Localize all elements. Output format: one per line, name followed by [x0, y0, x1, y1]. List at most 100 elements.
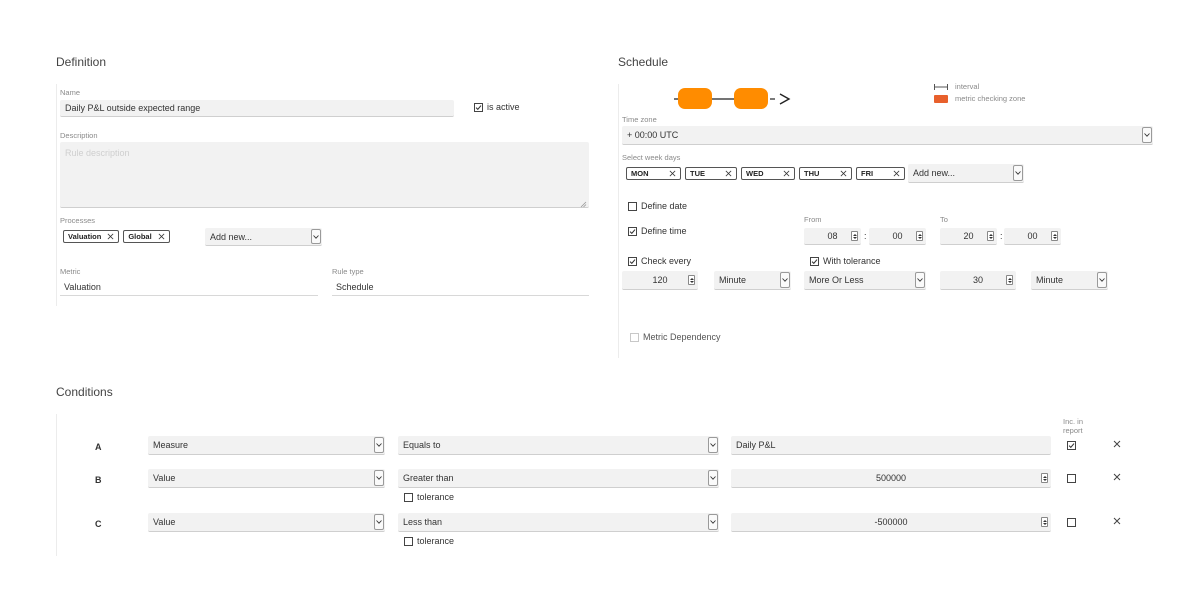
chevron-down-icon	[780, 272, 790, 288]
condition-operator-select[interactable]: Less than	[398, 513, 719, 532]
legend-zone: metric checking zone	[934, 94, 1025, 103]
rule-type-label: Rule type	[332, 267, 364, 276]
conditions-title: Conditions	[56, 385, 113, 399]
remove-tag-icon[interactable]	[725, 170, 732, 177]
weekdays-label: Select week days	[622, 153, 681, 162]
remove-tag-icon[interactable]	[107, 233, 114, 240]
checkbox-unchecked-icon	[404, 536, 413, 546]
checkbox-checked-icon	[628, 256, 637, 266]
weekday-tags: MON TUE WED THU FRI	[626, 167, 905, 180]
weekday-tag-wed: WED	[741, 167, 795, 180]
condition-type-select[interactable]: Value	[148, 513, 385, 532]
checkbox-checked-icon	[1067, 441, 1076, 450]
tolerance-checkbox[interactable]: tolerance	[404, 492, 454, 502]
tolerance-value-input[interactable]: 30	[940, 271, 1016, 290]
weekday-tag-thu: THU	[799, 167, 852, 180]
chevron-down-icon	[311, 229, 321, 244]
with-tolerance-checkbox[interactable]: With tolerance	[810, 256, 881, 266]
schedule-diagram	[672, 86, 796, 114]
process-tag: Valuation	[63, 230, 120, 243]
condition-row-letter: A	[95, 442, 102, 452]
weekday-tag-tue: TUE	[685, 167, 737, 180]
define-time-checkbox[interactable]: Define time	[628, 226, 687, 236]
condition-row-letter: B	[95, 475, 102, 485]
weekdays-add-select[interactable]: Add new...	[908, 164, 1024, 183]
to-label: To	[940, 215, 948, 224]
checkbox-unchecked-icon	[1067, 518, 1076, 527]
processes-tags: Valuation Global	[63, 230, 170, 243]
tolerance-checkbox[interactable]: tolerance	[404, 536, 454, 546]
chevron-down-icon	[708, 470, 718, 486]
spinner-icon[interactable]	[987, 231, 994, 241]
tolerance-unit-select[interactable]: Minute	[1031, 271, 1108, 290]
check-every-unit-select[interactable]: Minute	[714, 271, 791, 290]
is-active-label: is active	[487, 102, 520, 112]
weekday-tag-fri: FRI	[856, 167, 905, 180]
spinner-icon[interactable]	[916, 231, 923, 241]
zone-swatch-icon	[934, 94, 948, 103]
chevron-down-icon	[374, 514, 384, 530]
metric-dependency-checkbox[interactable]: Metric Dependency	[630, 332, 721, 342]
spinner-icon[interactable]	[1041, 473, 1048, 483]
include-in-report-checkbox[interactable]	[1067, 474, 1076, 485]
condition-type-select[interactable]: Value	[148, 469, 385, 488]
time-separator: :	[1000, 231, 1003, 241]
remove-tag-icon[interactable]	[840, 170, 847, 177]
name-input[interactable]: Daily P&L outside expected range	[60, 100, 454, 117]
legend-interval: interval	[934, 82, 979, 91]
remove-tag-icon[interactable]	[158, 233, 165, 240]
chevron-down-icon	[1142, 127, 1152, 143]
checkbox-unchecked-icon	[1067, 474, 1076, 483]
to-hour-input[interactable]: 20	[940, 228, 997, 245]
remove-tag-icon[interactable]	[783, 170, 790, 177]
checkbox-checked-icon	[810, 256, 819, 266]
include-in-report-checkbox[interactable]	[1067, 441, 1076, 451]
resize-handle-icon[interactable]	[580, 200, 587, 210]
remove-tag-icon[interactable]	[893, 170, 900, 177]
spinner-icon[interactable]	[1051, 231, 1058, 241]
spinner-icon[interactable]	[688, 275, 695, 285]
checkbox-unchecked-icon	[404, 492, 413, 502]
check-every-checkbox[interactable]: Check every	[628, 256, 691, 266]
check-every-input[interactable]: 120	[622, 271, 698, 290]
from-minute-input[interactable]: 00	[869, 228, 926, 245]
weekday-tag-mon: MON	[626, 167, 681, 180]
metric-label: Metric	[60, 267, 81, 276]
condition-operator-select[interactable]: Equals to	[398, 436, 719, 455]
condition-value-input[interactable]: 500000	[731, 469, 1051, 488]
condition-operator-select[interactable]: Greater than	[398, 469, 719, 488]
timezone-select[interactable]: + 00:00 UTC	[622, 126, 1153, 145]
delete-condition-icon[interactable]	[1113, 440, 1121, 448]
inc-report-header: Inc. in report	[1063, 417, 1084, 435]
tolerance-mode-select[interactable]: More Or Less	[804, 271, 926, 290]
chevron-down-icon	[915, 272, 925, 288]
spinner-icon[interactable]	[851, 231, 858, 241]
from-hour-input[interactable]: 08	[804, 228, 861, 245]
is-active-checkbox[interactable]: is active	[474, 102, 520, 112]
conditions-divider	[56, 414, 57, 556]
interval-icon	[934, 83, 948, 90]
condition-type-select[interactable]: Measure	[148, 436, 385, 455]
chevron-down-icon	[708, 514, 718, 530]
include-in-report-checkbox[interactable]	[1067, 518, 1076, 529]
chevron-down-icon	[374, 470, 384, 486]
spinner-icon[interactable]	[1041, 517, 1048, 527]
to-minute-input[interactable]: 00	[1004, 228, 1061, 245]
processes-add-select[interactable]: Add new...	[205, 228, 322, 246]
condition-value-input[interactable]: -500000	[731, 513, 1051, 532]
timezone-label: Time zone	[622, 115, 657, 124]
metric-value: Valuation	[60, 278, 318, 296]
schedule-title: Schedule	[618, 55, 669, 69]
condition-value-input[interactable]: Daily P&L	[731, 436, 1051, 455]
remove-tag-icon[interactable]	[669, 170, 676, 177]
define-date-checkbox[interactable]: Define date	[628, 201, 687, 211]
process-tag: Global	[123, 230, 170, 243]
schedule-divider	[618, 84, 619, 358]
delete-condition-icon[interactable]	[1113, 473, 1121, 481]
delete-condition-icon[interactable]	[1113, 517, 1121, 525]
name-label: Name	[60, 88, 81, 97]
processes-label: Processes	[60, 216, 96, 225]
description-textarea[interactable]: Rule description	[60, 142, 589, 208]
spinner-icon[interactable]	[1006, 275, 1013, 285]
rule-type-value: Schedule	[332, 278, 589, 296]
